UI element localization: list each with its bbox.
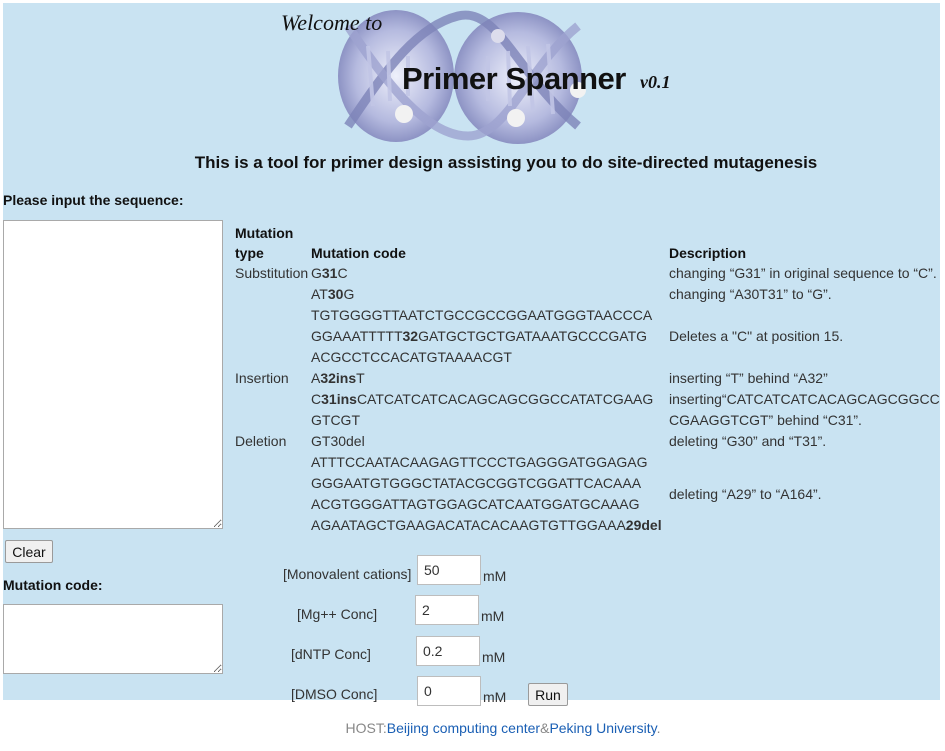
dntp-conc-input[interactable] — [416, 636, 480, 666]
row-description: changing “A30T31” to “G”. — [669, 286, 832, 302]
banner-welcome: Welcome to — [281, 10, 383, 35]
row-code: AT30G — [311, 286, 355, 302]
page-headline: This is a tool for primer design assisti… — [194, 153, 818, 172]
table-header-row: Mutation type Mutation code Description — [233, 223, 940, 263]
footer-link-peking[interactable]: Peking University — [549, 720, 656, 736]
row-description: deleting “A29” to “A164”. — [669, 485, 822, 502]
table-row: ATTTCCAATACAAGAGTTCCCTGAGGGATGGAGAG GGGA… — [233, 452, 940, 536]
row-code: A32insT — [311, 370, 365, 386]
mutation-code-label: Mutation code: — [3, 577, 103, 593]
row-code: GT30del — [311, 433, 365, 449]
monovalent-cations-input[interactable] — [417, 555, 481, 585]
header-mutation-type: Mutation type — [235, 225, 294, 261]
table-row: C31insCATCATCATCACAGCAGCGGCCATATCGAAG GT… — [233, 389, 940, 431]
monovalent-cations-label: [Monovalent cations] — [283, 566, 412, 582]
clear-button[interactable]: Clear — [5, 540, 53, 563]
banner-title: Primer Spanner — [402, 61, 626, 96]
dmso-conc-label: [DMSO Conc] — [291, 686, 378, 702]
table-row: AT30G changing “A30T31” to “G”. — [233, 284, 940, 305]
table-row: Deletion GT30del deleting “G30” and “T31… — [233, 431, 940, 452]
row-description: inserting“CATCATCATCACAGCAGCGGCC CGAAGGT… — [669, 391, 940, 428]
mutation-examples-table: Mutation type Mutation code Description … — [233, 223, 940, 536]
main-panel: Welcome to Primer Spanner v0.1 This is a… — [3, 3, 940, 706]
sequence-label: Please input the sequence: — [3, 192, 184, 208]
table-row: Substitution G31C changing “G31” in orig… — [233, 263, 940, 284]
mg-conc-label: [Mg++ Conc] — [297, 606, 378, 622]
table-row: Insertion A32insT inserting “T” behind “… — [233, 368, 940, 389]
footer-link-beijing[interactable]: Beijing computing center — [387, 720, 540, 736]
banner-logo: Welcome to Primer Spanner v0.1 — [278, 6, 688, 146]
row-type: Insertion — [235, 370, 289, 386]
row-code: C31insCATCATCATCACAGCAGCGGCCATATCGAAG GT… — [311, 391, 654, 428]
banner-version: v0.1 — [640, 72, 671, 92]
row-code: TGTGGGGTTAATCTGCCGCCGGAATGGGTAACCCA GGAA… — [311, 307, 653, 365]
row-type — [233, 284, 309, 305]
row-description: Deletes a "C" at position 15. — [669, 328, 844, 344]
row-type — [233, 389, 309, 431]
sequence-input[interactable] — [3, 220, 223, 529]
footer-host-label: HOST: — [345, 720, 387, 736]
table-row: TGTGGGGTTAATCTGCCGCCGGAATGGGTAACCCA GGAA… — [233, 305, 940, 368]
row-description: changing “G31” in original sequence to “… — [669, 265, 937, 281]
footer-suffix: . — [656, 720, 661, 736]
row-description: deleting “G30” and “T31”. — [669, 433, 827, 449]
mg-unit: mM — [481, 608, 505, 624]
mutation-code-input[interactable] — [3, 604, 223, 674]
header-description: Description — [669, 245, 747, 261]
dmso-unit: mM — [483, 689, 507, 705]
dmso-conc-input[interactable] — [417, 676, 481, 706]
dntp-conc-label: [dNTP Conc] — [291, 646, 371, 662]
row-type — [233, 305, 309, 368]
row-type: Deletion — [235, 433, 287, 449]
mg-conc-input[interactable] — [415, 595, 479, 625]
footer: HOST:Beijing computing center&Peking Uni… — [0, 720, 945, 736]
row-code: G31C — [311, 265, 348, 281]
row-description: inserting “T” behind “A32” — [669, 370, 828, 386]
header-mutation-code: Mutation code — [311, 245, 406, 261]
run-button[interactable]: Run — [528, 683, 568, 706]
monovalent-unit: mM — [483, 568, 507, 584]
dntp-unit: mM — [482, 649, 506, 665]
row-code: ATTTCCAATACAAGAGTTCCCTGAGGGATGGAGAG GGGA… — [311, 454, 662, 533]
row-type — [233, 452, 309, 536]
row-type: Substitution — [235, 265, 309, 281]
